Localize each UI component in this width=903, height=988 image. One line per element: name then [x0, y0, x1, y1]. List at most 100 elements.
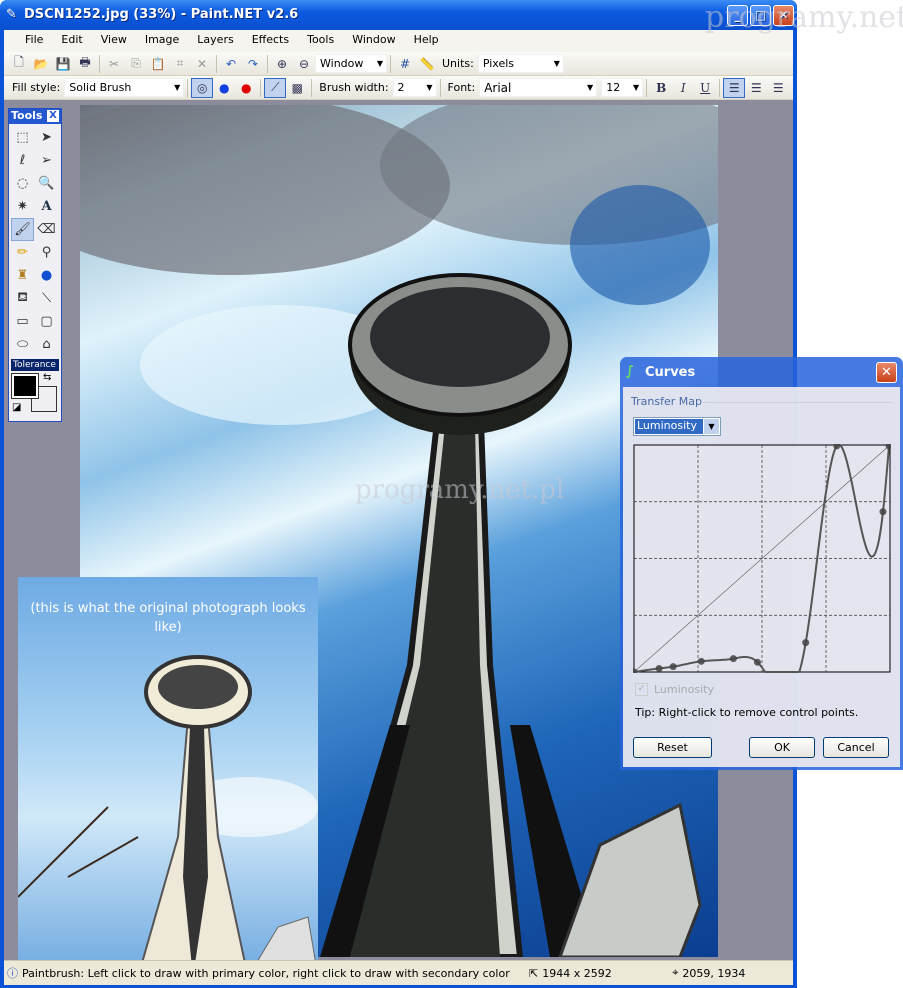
menu-layers[interactable]: Layers [188, 33, 242, 52]
curves-close-button[interactable]: ✕ [876, 362, 897, 383]
align-center-icon[interactable]: ☰ [745, 78, 767, 98]
eraser-icon[interactable]: ⌫ [35, 218, 58, 241]
ruler-icon[interactable]: 📏 [416, 54, 438, 74]
control-point[interactable] [753, 658, 761, 666]
menu-tools[interactable]: Tools [298, 33, 343, 52]
italic-button[interactable]: I [672, 78, 694, 98]
deselect-icon[interactable]: ✕ [191, 54, 213, 74]
brush-width-select[interactable]: 2 ▼ [392, 78, 437, 97]
reset-colors-icon[interactable]: ◪ [12, 402, 21, 413]
separator [267, 54, 268, 73]
grid-icon[interactable]: # [394, 54, 416, 74]
control-point[interactable] [697, 657, 705, 665]
font-value: Arial [484, 80, 512, 95]
rectangle-icon[interactable]: ▭ [11, 310, 34, 333]
menu-bar: File Edit View Image Layers Effects Tool… [4, 30, 793, 52]
zoom-out-icon[interactable]: ⊖ [293, 54, 315, 74]
color-swatches: ⇆ ◪ [9, 372, 61, 418]
bold-button[interactable]: B [650, 78, 672, 98]
tolerance-label[interactable]: Tolerance [11, 359, 59, 371]
control-point[interactable] [655, 664, 663, 672]
control-point[interactable] [729, 655, 737, 663]
menu-window[interactable]: Window [343, 33, 404, 52]
fill-style-select[interactable]: Solid Brush ▼ [64, 78, 185, 97]
crop-icon[interactable]: ⌗ [169, 54, 191, 74]
print-icon[interactable]: 🖶 [74, 54, 96, 74]
zoom-icon[interactable]: 🔍 [35, 172, 58, 195]
ellipse-select-icon[interactable]: ◌ [11, 172, 34, 195]
curves-icon: ∫ [626, 364, 634, 379]
cancel-button[interactable]: Cancel [823, 737, 889, 758]
save-icon[interactable]: 💾 [52, 54, 74, 74]
chevron-down-icon: ▼ [633, 83, 640, 92]
image-size: 1944 x 2592 [542, 966, 612, 980]
primary-color-swatch[interactable] [11, 373, 39, 399]
units-select[interactable]: Pixels ▼ [477, 54, 564, 73]
luminosity-checkbox[interactable]: ✓ Luminosity [635, 683, 714, 696]
move-selection-icon[interactable]: ➤ [35, 126, 58, 149]
menu-view[interactable]: View [92, 33, 136, 52]
open-icon[interactable]: 📂 [30, 54, 52, 74]
underline-button[interactable]: U [694, 78, 716, 98]
status-bar: ⓘ Paintbrush: Left click to draw with pr… [4, 960, 793, 985]
recolor-icon[interactable]: ● [35, 264, 58, 287]
menu-help[interactable]: Help [405, 33, 448, 52]
control-point[interactable] [802, 639, 810, 647]
separator [719, 78, 721, 97]
magic-wand-icon[interactable]: ✷ [11, 195, 34, 218]
curves-title-bar: ∫ Curves ✕ [620, 357, 903, 387]
antialias-toggle-icon[interactable]: ◎ [191, 77, 214, 98]
mode-select[interactable]: Luminosity ▼ [633, 417, 721, 436]
zoom-select[interactable]: Window ▼ [315, 54, 387, 73]
paintbrush-icon[interactable]: 🖌 [11, 218, 34, 241]
chevron-down-icon: ▼ [704, 419, 719, 434]
rounded-rectangle-icon[interactable]: ▢ [35, 310, 58, 333]
pencil-icon[interactable]: ✏ [11, 241, 34, 264]
menu-effects[interactable]: Effects [243, 33, 298, 52]
tool-options-toolbar: Fill style: Solid Brush ▼ ◎ ● ● ⟋ ▩ Brush… [4, 76, 793, 100]
tools-close-button[interactable]: X [47, 110, 59, 122]
draw-shape-outline-icon[interactable]: ● [213, 78, 235, 98]
menu-file[interactable]: File [16, 33, 52, 52]
new-icon[interactable]: 🗋 [8, 54, 30, 74]
lasso-select-icon[interactable]: ℓ [11, 149, 34, 172]
align-left-icon[interactable]: ☰ [723, 77, 746, 98]
menu-image[interactable]: Image [136, 33, 188, 52]
redo-icon[interactable]: ↷ [242, 54, 264, 74]
font-size-value: 12 [606, 81, 621, 94]
original-photo-inset: (this is what the original photograph lo… [18, 577, 318, 977]
line-curve-icon[interactable]: ⟍ [35, 287, 58, 310]
control-point[interactable] [879, 508, 887, 516]
fill-style-value: Solid Brush [69, 81, 132, 94]
curve-graph[interactable] [633, 444, 891, 673]
ellipse-icon[interactable]: ⬭ [11, 333, 34, 356]
zoom-in-icon[interactable]: ⊕ [271, 54, 293, 74]
menu-edit[interactable]: Edit [52, 33, 91, 52]
paste-icon[interactable]: 📋 [147, 54, 169, 74]
paint-bucket-icon[interactable]: ⛾ [11, 287, 34, 310]
antialiasing-off-icon[interactable]: ▩ [286, 78, 308, 98]
reset-button[interactable]: Reset [633, 737, 712, 758]
move-selection-outline-icon[interactable]: ➢ [35, 149, 58, 172]
antialiasing-on-icon[interactable]: ⟋ [264, 77, 287, 98]
freeform-shape-icon[interactable]: ⌂ [35, 333, 58, 356]
control-point[interactable] [669, 663, 677, 671]
copy-icon[interactable]: ⎘ [125, 54, 147, 74]
undo-icon[interactable]: ↶ [220, 54, 242, 74]
swap-colors-icon[interactable]: ⇆ [43, 372, 51, 383]
font-size-select[interactable]: 12 ▼ [601, 78, 644, 97]
cut-icon[interactable]: ✂ [103, 54, 125, 74]
watermark-corner: programy.net.pl [705, 0, 903, 35]
status-message: Paintbrush: Left click to draw with prim… [22, 966, 510, 980]
align-right-icon[interactable]: ☰ [767, 78, 789, 98]
separator [646, 78, 648, 97]
color-picker-icon[interactable]: ⚲ [35, 241, 58, 264]
clone-stamp-icon[interactable]: ♜ [11, 264, 34, 287]
font-select[interactable]: Arial ▼ [479, 78, 598, 97]
rectangle-select-icon[interactable]: ⬚ [11, 126, 34, 149]
font-label: Font: [447, 81, 476, 94]
text-icon[interactable]: A [35, 195, 58, 218]
draw-filled-shape-icon[interactable]: ● [235, 78, 257, 98]
ok-button[interactable]: OK [749, 737, 815, 758]
transfer-map-label: Transfer Map [631, 395, 702, 408]
